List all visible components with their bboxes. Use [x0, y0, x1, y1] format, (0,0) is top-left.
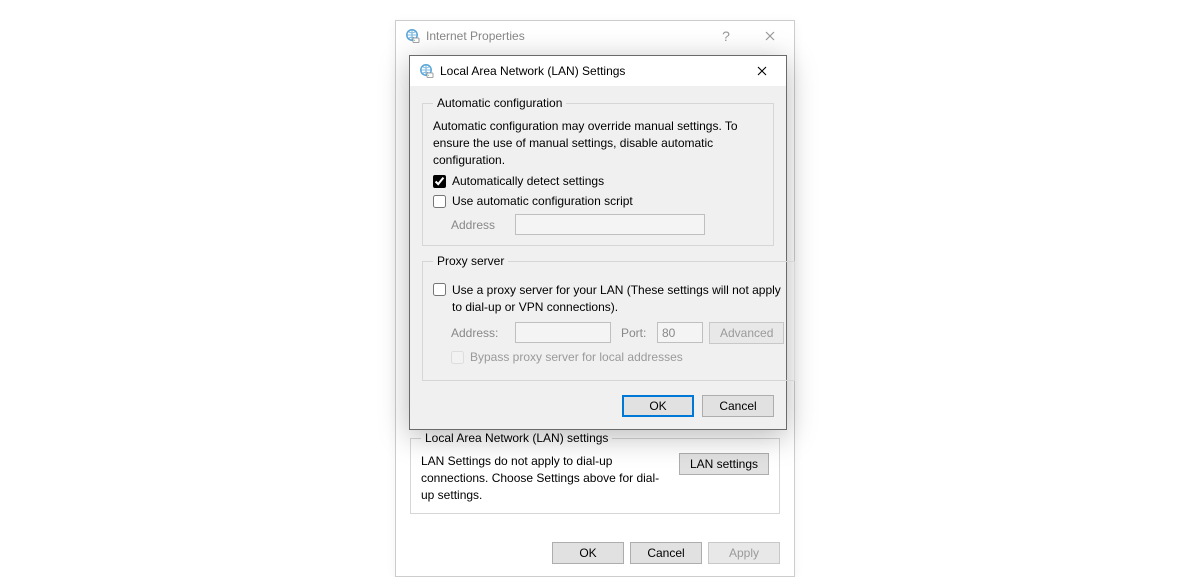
proxy-address-row: Address: Port: Advanced	[433, 322, 784, 344]
proxy-use-row[interactable]: Use a proxy server for your LAN (These s…	[433, 282, 784, 316]
lan-settings-description: LAN Settings do not apply to dial-up con…	[421, 453, 669, 503]
auto-detect-row[interactable]: Automatically detect settings	[433, 174, 763, 188]
proxy-port-label: Port:	[621, 326, 651, 340]
automatic-configuration-group: Automatic configuration Automatic config…	[422, 96, 774, 246]
proxy-port-input	[657, 322, 703, 343]
lan-settings-group: Local Area Network (LAN) settings LAN Se…	[410, 431, 780, 514]
auto-script-address-input	[515, 214, 705, 235]
child-title: Local Area Network (LAN) Settings	[440, 64, 742, 78]
auto-script-address-label: Address	[451, 218, 509, 232]
proxy-server-group: Proxy server Use a proxy server for your…	[422, 254, 795, 381]
bypass-label: Bypass proxy server for local addresses	[470, 350, 683, 364]
auto-detect-checkbox[interactable]	[433, 175, 446, 188]
lan-settings-button[interactable]: LAN settings	[679, 453, 769, 475]
proxy-address-label: Address:	[451, 326, 509, 340]
child-body: Automatic configuration Automatic config…	[410, 86, 786, 429]
auto-script-address-row: Address	[433, 214, 763, 235]
child-title-bar: Local Area Network (LAN) Settings	[410, 56, 786, 86]
auto-script-checkbox[interactable]	[433, 195, 446, 208]
lan-settings-legend: Local Area Network (LAN) settings	[421, 431, 612, 445]
parent-apply-button: Apply	[708, 542, 780, 564]
parent-button-row: OK Cancel Apply	[552, 542, 780, 564]
parent-title-bar: Internet Properties ?	[396, 21, 794, 51]
proxy-use-label: Use a proxy server for your LAN (These s…	[452, 282, 784, 316]
auto-script-label: Use automatic configuration script	[452, 194, 633, 208]
help-button[interactable]: ?	[704, 22, 748, 50]
close-button-child[interactable]	[742, 58, 782, 84]
child-ok-button[interactable]: OK	[622, 395, 694, 417]
bypass-row: Bypass proxy server for local addresses	[451, 350, 784, 364]
automatic-configuration-description: Automatic configuration may override man…	[433, 118, 763, 168]
child-cancel-button[interactable]: Cancel	[702, 395, 774, 417]
proxy-advanced-button: Advanced	[709, 322, 784, 344]
internet-options-icon	[404, 28, 420, 44]
parent-cancel-button[interactable]: Cancel	[630, 542, 702, 564]
auto-script-row[interactable]: Use automatic configuration script	[433, 194, 763, 208]
auto-detect-label: Automatically detect settings	[452, 174, 604, 188]
child-button-row: OK Cancel	[422, 389, 774, 417]
parent-ok-button[interactable]: OK	[552, 542, 624, 564]
close-button-parent[interactable]	[748, 22, 792, 50]
lan-settings-icon	[418, 63, 434, 79]
proxy-use-checkbox[interactable]	[433, 283, 446, 296]
bypass-checkbox	[451, 351, 464, 364]
proxy-server-legend: Proxy server	[433, 254, 508, 268]
parent-title: Internet Properties	[426, 29, 704, 43]
proxy-address-input	[515, 322, 611, 343]
lan-settings-dialog: Local Area Network (LAN) Settings Automa…	[409, 55, 787, 430]
automatic-configuration-legend: Automatic configuration	[433, 96, 566, 110]
